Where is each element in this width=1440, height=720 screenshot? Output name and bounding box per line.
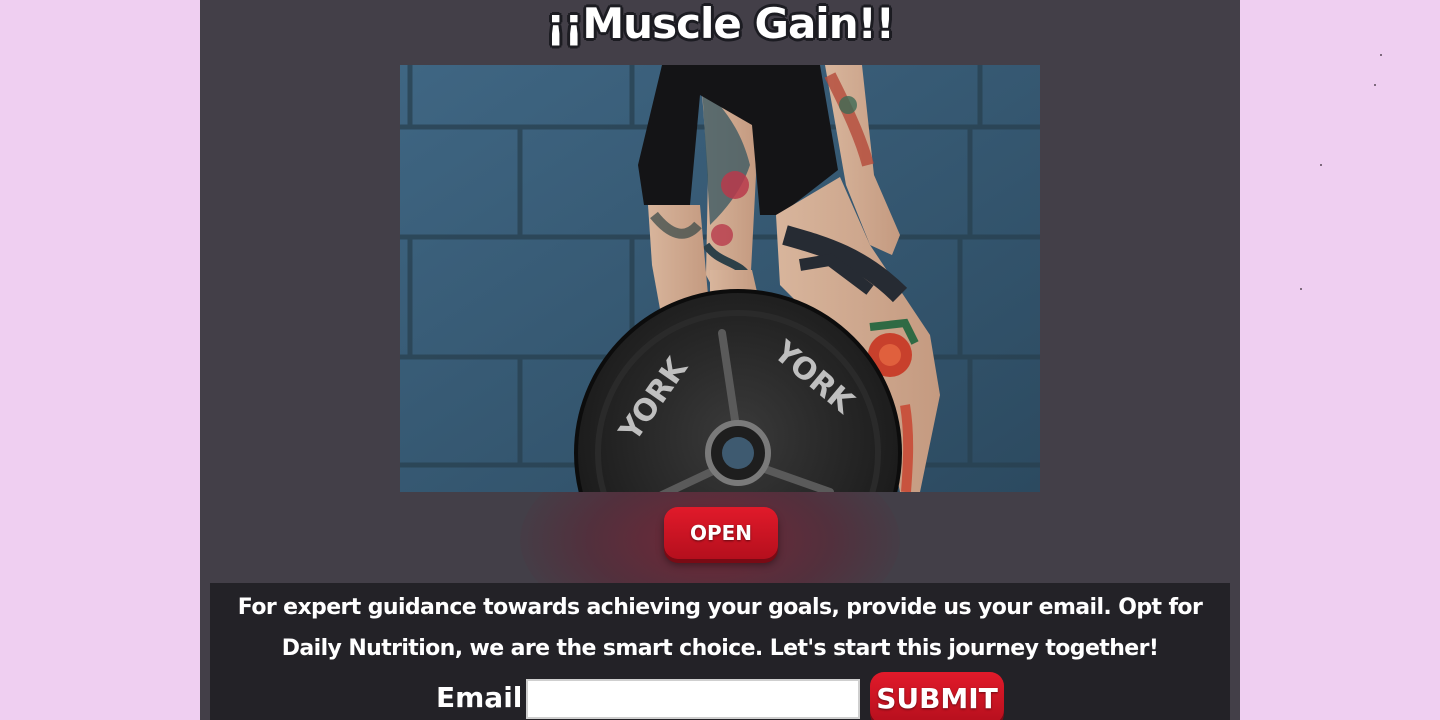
email-field[interactable] <box>526 679 860 719</box>
hero-illustration: YORK YORK <box>400 65 1040 492</box>
decorative-speck <box>1374 84 1376 86</box>
page-title: ¡¡Muscle Gain!! <box>546 0 895 48</box>
signup-section: For expert guidance towards achieving yo… <box>210 583 1230 720</box>
main-panel: ¡¡Muscle Gain!! YORK YORK OPEN For exper… <box>200 0 1240 720</box>
right-margin <box>1240 0 1440 720</box>
signup-description: For expert guidance towards achieving yo… <box>237 595 1203 661</box>
left-margin <box>0 0 200 720</box>
open-button[interactable]: OPEN <box>664 507 778 559</box>
decorative-speck <box>1320 164 1322 166</box>
decorative-speck <box>1300 288 1302 290</box>
submit-button[interactable]: SUBMIT <box>870 672 1004 720</box>
decorative-speck <box>1380 54 1382 56</box>
page: ¡¡Muscle Gain!! YORK YORK OPEN For exper… <box>0 0 1440 720</box>
hero-image: YORK YORK <box>400 65 1040 492</box>
email-label: Email <box>436 681 523 714</box>
